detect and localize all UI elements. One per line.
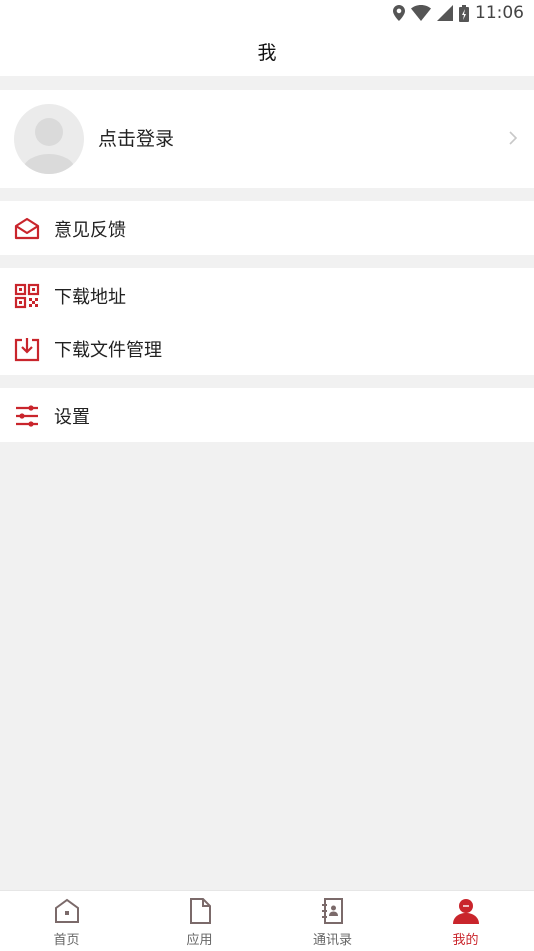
download-box-icon (14, 338, 40, 362)
login-label: 点击登录 (98, 128, 175, 150)
tab-apps[interactable]: 应用 (133, 891, 266, 951)
status-bar: 11:06 (0, 0, 534, 26)
sliders-icon (16, 405, 38, 427)
bottom-tab-bar: 首页 应用 通讯录 我的 (0, 890, 534, 951)
menu-label-download-address: 下载地址 (54, 287, 126, 308)
location-icon (393, 5, 405, 21)
menu-item-download-files[interactable]: 下载文件管理 (0, 321, 534, 375)
menu-label-settings: 设置 (54, 407, 90, 428)
wifi-icon (411, 5, 431, 21)
chevron-right-icon (509, 131, 518, 145)
settings-section: 设置 (0, 388, 534, 442)
menu-label-download-files: 下载文件管理 (54, 340, 162, 361)
menu-item-download-address[interactable]: 下载地址 (0, 268, 534, 322)
avatar (14, 104, 84, 174)
home-icon (55, 898, 79, 923)
signal-icon (437, 5, 453, 21)
battery-icon (459, 4, 469, 22)
tab-contacts[interactable]: 通讯录 (266, 891, 399, 951)
status-time: 11:06 (475, 3, 524, 23)
document-icon (190, 898, 211, 924)
contacts-icon (322, 898, 343, 924)
tab-label-home: 首页 (53, 933, 80, 948)
download-section: 下载地址 下载文件管理 (0, 268, 534, 375)
status-icons: 11:06 (393, 3, 524, 23)
qrcode-icon (14, 283, 40, 309)
page-title: 我 (257, 41, 277, 64)
default-avatar-icon (23, 118, 75, 174)
tab-label-apps: 应用 (186, 933, 213, 948)
user-icon (453, 899, 479, 924)
tab-label-contacts: 通讯录 (312, 933, 352, 948)
menu-label-feedback: 意见反馈 (54, 220, 126, 241)
tab-mine[interactable]: 我的 (399, 891, 532, 951)
menu-item-settings[interactable]: 设置 (0, 388, 534, 442)
menu-item-feedback[interactable]: 意见反馈 (0, 201, 534, 255)
tab-label-mine: 我的 (452, 933, 479, 948)
mail-icon (14, 217, 40, 240)
title-bar: 我 (0, 26, 534, 76)
tab-home[interactable]: 首页 (0, 891, 133, 951)
feedback-section: 意见反馈 (0, 201, 534, 255)
login-card[interactable]: 点击登录 (0, 90, 534, 188)
